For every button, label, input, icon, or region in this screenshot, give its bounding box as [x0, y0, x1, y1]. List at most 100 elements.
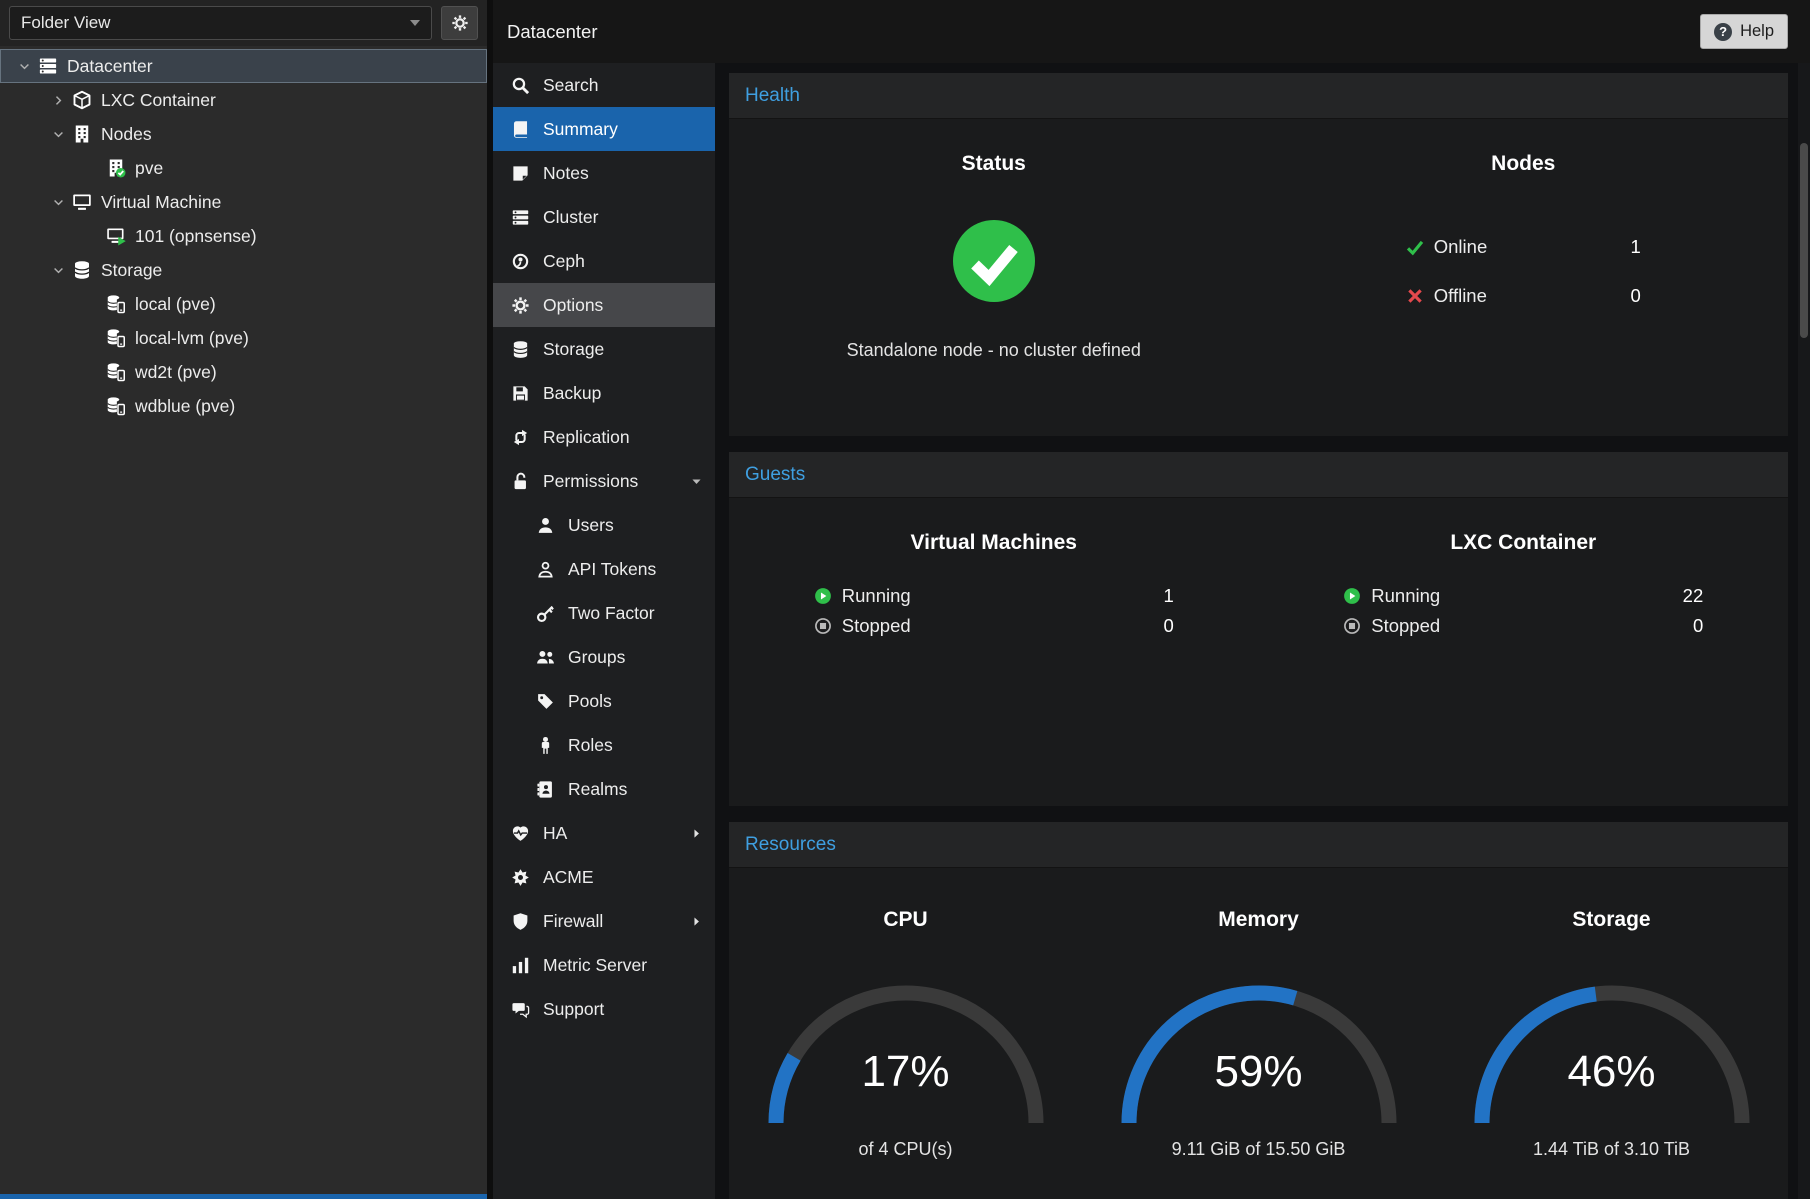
menu-item-firewall[interactable]: Firewall: [493, 899, 715, 943]
menu-item-api-tokens[interactable]: API Tokens: [493, 547, 715, 591]
gauge-detail: of 4 CPU(s): [858, 1139, 952, 1160]
scrollbar-thumb[interactable]: [1800, 143, 1808, 338]
stat-value: 0: [1630, 285, 1640, 307]
tree-item-datacenter[interactable]: Datacenter: [0, 49, 487, 83]
menu-item-label: Users: [568, 515, 703, 536]
stat-row-left: Stopped: [1343, 615, 1440, 637]
tree-item-label: Datacenter: [67, 56, 153, 77]
chevron-down-icon[interactable]: [46, 128, 71, 141]
menu-item-summary[interactable]: Summary: [493, 107, 715, 151]
storage-drive-icon: [106, 328, 126, 348]
stat-value: 22: [1683, 585, 1704, 607]
menu-item-storage[interactable]: Storage: [493, 327, 715, 371]
resource-gauge-memory: Memory59%9.11 GiB of 15.50 GiB: [1082, 908, 1435, 1160]
storage-drive-icon: [106, 294, 126, 314]
help-button[interactable]: Help: [1700, 14, 1788, 49]
ceph-icon: [511, 252, 530, 271]
stat-value: 1: [1630, 236, 1640, 258]
resources-panel-title: Resources: [745, 834, 836, 856]
gauge-heading: Storage: [1572, 908, 1650, 932]
menu-item-label: Realms: [568, 779, 703, 800]
menu-item-label: API Tokens: [568, 559, 703, 580]
chevron-right-icon[interactable]: [46, 94, 71, 107]
stat-label: Online: [1434, 236, 1487, 258]
chevron-down-icon[interactable]: [12, 60, 37, 73]
stat-value: 1: [1163, 585, 1173, 607]
menu-item-users[interactable]: Users: [493, 503, 715, 547]
menu-item-label: Search: [543, 75, 703, 96]
health-panel: Health Status Standalone node - no clust…: [729, 73, 1788, 436]
menu-item-roles[interactable]: Roles: [493, 723, 715, 767]
menu-item-search[interactable]: Search: [493, 63, 715, 107]
menu-item-metric-server[interactable]: Metric Server: [493, 943, 715, 987]
page-title: Datacenter: [507, 21, 598, 43]
health-panel-header: Health: [729, 73, 1788, 119]
stat-value: 0: [1693, 615, 1703, 637]
server-stack-icon: [38, 56, 58, 76]
caret-down-icon: [690, 475, 703, 488]
content-area: Health Status Standalone node - no clust…: [715, 63, 1798, 1199]
chevron-down-icon: [410, 20, 420, 26]
tree-item-nodes[interactable]: Nodes: [0, 117, 487, 151]
content-header: Datacenter Help: [493, 0, 1810, 63]
gauge-percent-value: 59%: [1109, 1047, 1409, 1097]
guest-stat-rows: Running22Stopped0: [1343, 585, 1703, 637]
tree-item-local-pve[interactable]: local (pve): [0, 287, 487, 321]
menu-item-groups[interactable]: Groups: [493, 635, 715, 679]
tree-item-label: local-lvm (pve): [135, 328, 249, 349]
tree-item-wdblue-pve[interactable]: wdblue (pve): [0, 389, 487, 423]
menu-item-permissions[interactable]: Permissions: [493, 459, 715, 503]
menu-item-pools[interactable]: Pools: [493, 679, 715, 723]
status-column: Status Standalone node - no cluster defi…: [729, 152, 1259, 361]
menu-item-replication[interactable]: Replication: [493, 415, 715, 459]
address-book-icon: [536, 780, 555, 799]
menu-item-options[interactable]: Options: [493, 283, 715, 327]
chevron-down-icon[interactable]: [46, 264, 71, 277]
view-mode-select[interactable]: Folder View: [9, 6, 432, 40]
tree-item-lxc-container[interactable]: LXC Container: [0, 83, 487, 117]
cube-icon: [72, 90, 92, 110]
tree-item-local-lvm-pve[interactable]: local-lvm (pve): [0, 321, 487, 355]
menu-item-notes[interactable]: Notes: [493, 151, 715, 195]
menu-item-label: Permissions: [543, 471, 690, 492]
menu-item-realms[interactable]: Realms: [493, 767, 715, 811]
certificate-icon: [511, 868, 530, 887]
content-scrollbar[interactable]: [1798, 63, 1810, 1199]
menu-item-acme[interactable]: ACME: [493, 855, 715, 899]
gear-icon: [451, 14, 469, 32]
storage-drive-icon: [106, 362, 126, 382]
menu-item-ceph[interactable]: Ceph: [493, 239, 715, 283]
menu-item-cluster[interactable]: Cluster: [493, 195, 715, 239]
menu-item-label: Pools: [568, 691, 703, 712]
tree-item-pve[interactable]: pve: [0, 151, 487, 185]
menu-item-label: Firewall: [543, 911, 690, 932]
bar-chart-icon: [511, 956, 530, 975]
question-circle-icon: [1714, 23, 1732, 41]
tree-item-virtual-machine[interactable]: Virtual Machine: [0, 185, 487, 219]
chevron-down-icon[interactable]: [46, 196, 71, 209]
menu-item-label: Metric Server: [543, 955, 703, 976]
play-circle-icon: [1343, 587, 1361, 605]
menu-item-two-factor[interactable]: Two Factor: [493, 591, 715, 635]
storage-drive-icon: [106, 396, 126, 416]
resources-panel: Resources CPU17%of 4 CPU(s)Memory59%9.11…: [729, 822, 1788, 1199]
heartbeat-icon: [511, 824, 530, 843]
tree-item-101-opnsense[interactable]: 101 (opnsense): [0, 219, 487, 253]
gauge-heading: CPU: [883, 908, 927, 932]
menu-item-support[interactable]: Support: [493, 987, 715, 1031]
menu-item-label: Support: [543, 999, 703, 1020]
stat-label: Running: [842, 585, 911, 607]
tree-item-storage[interactable]: Storage: [0, 253, 487, 287]
gauge-arc: 46%: [1462, 971, 1762, 1131]
user-outline-icon: [536, 560, 555, 579]
menu-item-ha[interactable]: HA: [493, 811, 715, 855]
log-panel-splitter[interactable]: [0, 1194, 487, 1199]
guests-panel: Guests Virtual MachinesRunning1Stopped0L…: [729, 452, 1788, 806]
comments-icon: [511, 1000, 530, 1019]
stat-row-left: Offline: [1406, 285, 1487, 307]
tree-item-wd2t-pve[interactable]: wd2t (pve): [0, 355, 487, 389]
tree-settings-button[interactable]: [441, 6, 478, 40]
unlock-icon: [511, 472, 530, 491]
menu-item-backup[interactable]: Backup: [493, 371, 715, 415]
cross-icon: [1406, 287, 1424, 305]
